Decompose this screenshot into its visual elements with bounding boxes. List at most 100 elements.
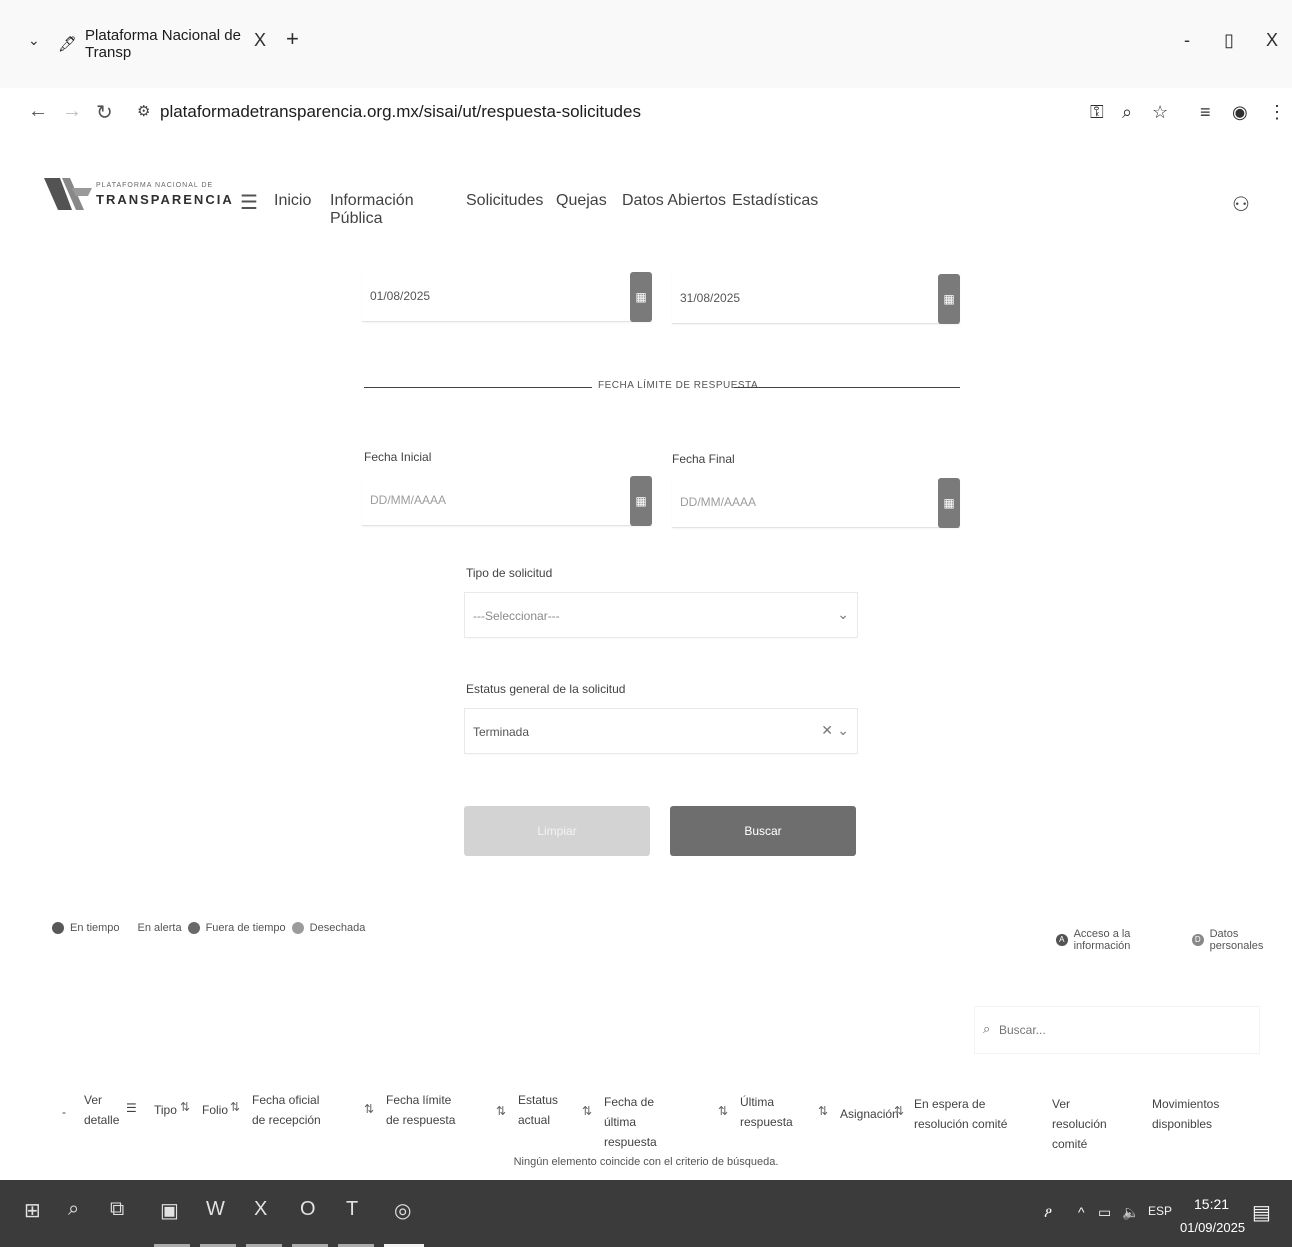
col-asignacion[interactable]: Asignación — [840, 1104, 899, 1124]
tab-close-icon[interactable]: X — [254, 30, 266, 51]
close-window-button[interactable]: X — [1266, 30, 1278, 51]
outlook-icon[interactable]: O — [300, 1198, 316, 1221]
calendar-icon[interactable]: ▦ — [630, 476, 652, 526]
type-legend: A Acceso a la información D Datos person… — [1056, 928, 1292, 952]
tipo-solicitud-select[interactable]: ---Seleccionar--- ⌄ — [464, 592, 858, 638]
hamburger-menu-icon[interactable]: ☰ — [240, 190, 258, 215]
col-ultima-respuesta[interactable]: Última respuesta — [740, 1092, 800, 1132]
people-icon[interactable]: ዖ — [1044, 1204, 1052, 1221]
col-ver-detalle[interactable]: Ver detalle — [84, 1090, 119, 1130]
nav-item-quejas[interactable]: Quejas — [556, 192, 622, 228]
clear-selection-icon[interactable]: ✕ — [821, 722, 833, 739]
nav-item-estadisticas[interactable]: Estadísticas — [732, 192, 822, 228]
sort-icon[interactable]: ⇅ — [496, 1104, 506, 1118]
search-icon: ⌕ — [983, 1021, 991, 1036]
network-icon[interactable]: ▭ — [1098, 1204, 1111, 1221]
word-icon[interactable]: W — [206, 1198, 225, 1221]
col-espera-resolucion[interactable]: En espera de resolución comité — [914, 1094, 1034, 1134]
col-folio[interactable]: Folio — [202, 1100, 228, 1120]
minimize-button[interactable]: - — [1184, 30, 1190, 51]
teams-icon[interactable]: T — [346, 1198, 358, 1221]
reading-list-icon[interactable]: ≡ — [1200, 102, 1211, 123]
tipo-solicitud-value: ---Seleccionar--- — [473, 609, 560, 623]
logo-title[interactable]: TRANSPARENCIA — [96, 192, 234, 207]
tray-chevron-icon[interactable]: ^ — [1078, 1204, 1085, 1220]
col-tipo[interactable]: Tipo — [154, 1100, 177, 1120]
acceso-informacion-icon: A — [1056, 934, 1068, 946]
language-indicator[interactable]: ESP — [1148, 1204, 1172, 1218]
col-estatus[interactable]: Estatus actual — [518, 1090, 562, 1130]
section-title: FECHA LÍMITE DE RESPUESTA — [598, 380, 759, 391]
legend-desechada: Desechada — [309, 922, 366, 934]
restore-button[interactable]: ▯ — [1224, 30, 1234, 51]
file-explorer-icon[interactable]: ▣ — [160, 1198, 179, 1223]
calendar-icon[interactable]: ▦ — [938, 274, 960, 324]
datos-personales-icon: D — [1192, 934, 1204, 946]
zoom-icon[interactable]: ⌕ — [1122, 102, 1132, 123]
reception-end-date-value: 31/08/2025 — [680, 291, 741, 305]
nav-item-inicio[interactable]: Inicio — [274, 192, 330, 228]
fecha-final-label: Fecha Final — [672, 452, 735, 466]
calendar-icon[interactable]: ▦ — [938, 478, 960, 528]
col-fecha-limite[interactable]: Fecha límite de respuesta — [386, 1090, 462, 1130]
empty-table-message: Ningún elemento coincide con el criterio… — [513, 1156, 779, 1168]
excel-icon[interactable]: X — [254, 1198, 267, 1221]
status-legend: En tiempo En alerta Fuera de tiempo Dese… — [52, 922, 365, 934]
col-movimientos[interactable]: Movimientos disponibles — [1152, 1094, 1228, 1134]
key-icon[interactable]: ⚿ — [1090, 102, 1104, 123]
search-icon[interactable]: ⌕ — [68, 1198, 79, 1221]
nav-item-informacion-publica[interactable]: Información Pública — [330, 192, 466, 228]
browser-menu-icon[interactable]: ⋮ — [1268, 102, 1286, 123]
user-account-icon[interactable]: ⚇ — [1232, 192, 1250, 217]
back-arrow-icon[interactable]: ← — [28, 100, 48, 123]
search-input[interactable] — [999, 1019, 1239, 1041]
chevron-down-icon[interactable]: ⌄ — [837, 722, 849, 739]
col-fecha-oficial[interactable]: Fecha oficial de recepción — [252, 1090, 332, 1130]
divider-line-left — [364, 387, 592, 388]
forward-arrow-icon[interactable]: → — [62, 100, 82, 123]
windows-start-icon[interactable]: ⊞ — [24, 1198, 41, 1223]
logo-mark-icon — [44, 178, 92, 210]
reception-end-date-field[interactable]: 31/08/2025 ▦ — [672, 274, 960, 324]
sort-icon[interactable]: ⇅ — [364, 1102, 374, 1116]
main-nav: Inicio Información Pública Solicitudes Q… — [274, 192, 822, 228]
tipo-solicitud-label: Tipo de solicitud — [466, 566, 553, 580]
sort-icon[interactable]: ⇅ — [894, 1104, 904, 1118]
clear-button[interactable]: Limpiar — [464, 806, 650, 856]
clock-time[interactable]: 15:21 — [1194, 1196, 1229, 1212]
notifications-icon[interactable]: ▤ — [1252, 1200, 1271, 1225]
task-view-icon[interactable]: ⧉ — [110, 1198, 124, 1221]
column-toggle-icon[interactable]: ☰ — [126, 1098, 137, 1118]
bookmark-star-icon[interactable]: ☆ — [1152, 102, 1168, 123]
url-text[interactable]: plataformadetransparencia.org.mx/sisai/u… — [160, 102, 641, 122]
new-tab-button[interactable]: + — [286, 26, 299, 52]
reload-icon[interactable]: ↻ — [96, 100, 113, 125]
sort-icon[interactable]: ⇅ — [230, 1100, 240, 1114]
fecha-inicial-field[interactable]: DD/MM/AAAA ▦ — [362, 476, 652, 526]
volume-icon[interactable]: 🔈 — [1122, 1204, 1139, 1221]
nav-item-solicitudes[interactable]: Solicitudes — [466, 192, 556, 228]
col-ver-resolucion[interactable]: Ver resolución comité — [1052, 1094, 1128, 1154]
chrome-icon[interactable]: ◎ — [394, 1198, 411, 1223]
nav-item-datos-abiertos[interactable]: Datos Abiertos — [622, 192, 732, 228]
col-fecha-ultima[interactable]: Fecha de última respuesta — [604, 1092, 684, 1152]
profile-icon[interactable]: ◉ — [1232, 102, 1248, 123]
reception-start-date-field[interactable]: 01/08/2025 ▦ — [362, 272, 652, 322]
table-search[interactable]: ⌕ — [974, 1006, 1260, 1054]
clock-date[interactable]: 01/09/2025 — [1180, 1220, 1245, 1235]
sort-icon[interactable]: ⇅ — [582, 1104, 592, 1118]
fecha-inicial-placeholder: DD/MM/AAAA — [370, 493, 447, 507]
sort-icon[interactable]: ⇅ — [818, 1104, 828, 1118]
reception-start-date-value: 01/08/2025 — [370, 289, 431, 303]
estatus-select[interactable]: Terminada ✕ ⌄ — [464, 708, 858, 754]
chevron-down-icon[interactable]: ⌄ — [837, 606, 849, 623]
sort-icon[interactable]: ⇅ — [180, 1100, 190, 1114]
legend-datos-personales: Datos personales — [1209, 928, 1264, 952]
sort-icon[interactable]: ⇅ — [718, 1104, 728, 1118]
search-button[interactable]: Buscar — [670, 806, 856, 856]
fecha-final-field[interactable]: DD/MM/AAAA ▦ — [672, 478, 960, 528]
calendar-icon[interactable]: ▦ — [630, 272, 652, 322]
site-info-icon[interactable]: ⚙ — [137, 102, 150, 120]
tab-list-chevron-icon[interactable]: ⌄ — [28, 32, 40, 49]
browser-tab[interactable]: 🖋 Plataforma Nacional de Transp — [58, 26, 278, 62]
